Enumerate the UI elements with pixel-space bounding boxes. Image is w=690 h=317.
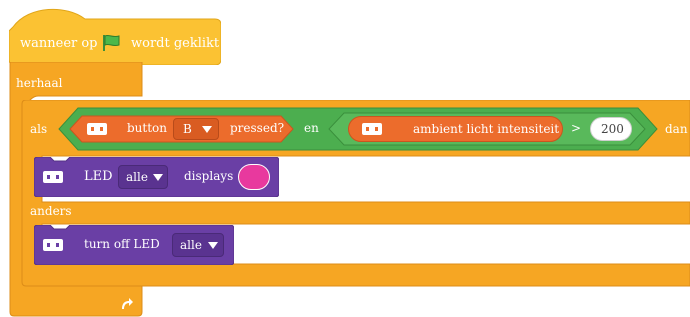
led-label: LED: [84, 169, 113, 184]
ambient-light-block[interactable]: ambient licht intensiteit: [348, 116, 563, 142]
button-label: button: [127, 121, 168, 135]
led-target-dropdown[interactable]: alle: [118, 165, 168, 189]
led-display-block[interactable]: LED alle displays: [34, 157, 279, 197]
repeat-label: herhaal: [16, 76, 63, 90]
color-picker-swatch[interactable]: [238, 164, 270, 190]
led-target-value: alle: [126, 170, 148, 184]
microbit-icon: [43, 171, 63, 183]
green-flag-icon[interactable]: [101, 34, 121, 52]
compare-value-input[interactable]: 200: [590, 117, 632, 141]
when-flag-clicked-block[interactable]: wanneer op wordt geklikt: [9, 3, 221, 65]
ambient-light-label: ambient licht intensiteit: [413, 122, 560, 136]
button-pressed-block[interactable]: button B pressed?: [69, 115, 294, 143]
chevron-down-icon: [153, 174, 163, 181]
pressed-label: pressed?: [230, 121, 285, 135]
chevron-down-icon: [208, 242, 218, 249]
turn-off-led-block[interactable]: turn off LED alle: [34, 225, 234, 265]
turn-off-target-value: alle: [180, 238, 202, 252]
repeat-arrow-icon: [122, 298, 133, 309]
turn-off-target-dropdown[interactable]: alle: [172, 233, 224, 257]
if-label: als: [30, 122, 48, 136]
displays-label: displays: [184, 169, 234, 183]
chevron-down-icon: [202, 126, 212, 133]
microbit-icon: [43, 239, 63, 251]
then-label: dan: [665, 122, 688, 136]
and-label: en: [304, 121, 319, 135]
else-label: anders: [30, 204, 72, 218]
compare-value: 200: [601, 122, 624, 136]
hat-prefix-label: wanneer op: [20, 36, 98, 51]
button-select-dropdown[interactable]: B: [173, 118, 219, 140]
turn-off-led-label: turn off LED: [84, 237, 160, 251]
microbit-icon: [87, 123, 107, 135]
hat-suffix-label: wordt geklikt: [131, 36, 220, 51]
microbit-icon: [362, 123, 382, 135]
operator-label: >: [571, 121, 582, 135]
button-select-value: B: [183, 122, 192, 136]
